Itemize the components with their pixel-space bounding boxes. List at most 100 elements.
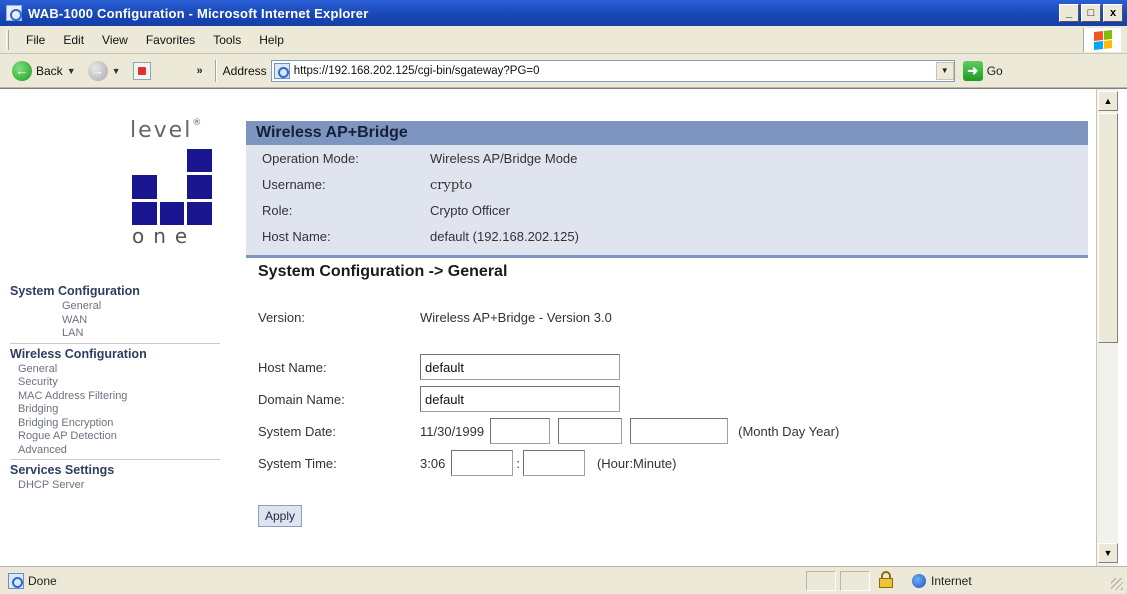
menu-grip — [6, 29, 9, 50]
window-title: WAB-1000 Configuration - Microsoft Inter… — [28, 5, 369, 21]
status-bar: Done Internet — [0, 566, 1127, 594]
forward-button[interactable]: → ▼ — [82, 58, 127, 84]
nav-item-system-wan[interactable]: WAN — [10, 314, 230, 328]
nav-item-mac-address-filtering[interactable]: MAC Address Filtering — [10, 390, 230, 404]
scroll-down-icon[interactable]: ▼ — [1098, 543, 1118, 563]
info-value: Wireless AP/Bridge Mode — [430, 151, 578, 166]
address-dropdown-icon[interactable]: ▼ — [935, 61, 954, 80]
version-row: Version: Wireless AP+Bridge - Version 3.… — [258, 303, 612, 331]
stop-icon — [132, 61, 151, 80]
nav-item-system-general[interactable]: General — [10, 300, 230, 314]
logo-text-top: level® — [130, 118, 204, 143]
back-button[interactable]: ← Back ▼ — [6, 58, 82, 84]
info-label: Username: — [262, 177, 326, 192]
back-dropdown-icon[interactable]: ▼ — [67, 66, 76, 76]
system-time-label: System Time: — [258, 455, 337, 471]
time-format-hint: (Hour:Minute) — [596, 455, 677, 471]
info-value: crypto — [430, 178, 473, 193]
version-label: Version: — [258, 309, 305, 325]
forward-dropdown-icon[interactable]: ▼ — [112, 66, 121, 76]
scroll-thumb[interactable] — [1098, 113, 1118, 343]
sidebar: level® one System Configuration General … — [0, 116, 240, 567]
address-url[interactable]: https://192.168.202.125/cgi-bin/sgateway… — [294, 65, 936, 77]
section-title: System Configuration -> General — [258, 263, 508, 280]
toolbar-overflow-chevron[interactable]: » — [197, 65, 203, 77]
current-date: 11/30/1999 — [420, 423, 485, 439]
status-text: Done — [28, 573, 57, 588]
main-content: Wireless AP+Bridge Operation Mode: Wirele… — [246, 121, 1088, 567]
menu-bar: File Edit View Favorites Tools Help — [0, 26, 1127, 54]
menu-help[interactable]: Help — [250, 31, 293, 49]
menu-tools[interactable]: Tools — [204, 31, 250, 49]
system-date-row: System Date: 11/30/1999 (Month Day Year) — [258, 417, 839, 445]
lock-icon[interactable] — [878, 571, 894, 589]
minimize-button[interactable]: _ — [1059, 4, 1079, 22]
device-info-panel: Operation Mode: Wireless AP/Bridge Mode U… — [246, 145, 1088, 255]
back-arrow-icon: ← — [12, 60, 32, 81]
resize-grip-icon[interactable] — [1111, 578, 1123, 590]
menu-file[interactable]: File — [17, 31, 54, 49]
nav-divider — [10, 342, 220, 344]
date-format-hint: (Month Day Year) — [738, 423, 840, 439]
back-label: Back — [36, 63, 63, 78]
go-button[interactable]: ➜ Go — [962, 60, 1003, 81]
nav-item-wireless-general[interactable]: General — [10, 363, 230, 377]
nav-section-services-settings[interactable]: Services Settings — [10, 461, 230, 479]
vertical-scrollbar[interactable]: ▲ ▼ — [1096, 89, 1118, 567]
current-time: 3:06 — [420, 455, 446, 471]
levelone-logo: level® one — [118, 116, 230, 248]
host-name-input[interactable] — [420, 354, 620, 380]
time-hour-input[interactable] — [451, 450, 514, 476]
menu-favorites[interactable]: Favorites — [137, 31, 204, 49]
date-day-input[interactable] — [558, 418, 623, 444]
host-name-label: Host Name: — [258, 359, 327, 375]
nav-item-system-lan[interactable]: LAN — [10, 327, 230, 341]
stop-button[interactable] — [127, 58, 157, 84]
internet-globe-icon — [912, 574, 926, 588]
version-value: Wireless AP+Bridge - Version 3.0 — [420, 309, 612, 325]
info-row-username: Username: crypto — [262, 175, 472, 195]
nav-item-advanced[interactable]: Advanced — [10, 444, 230, 458]
security-zone[interactable]: Internet — [912, 571, 972, 591]
window-titlebar: WAB-1000 Configuration - Microsoft Inter… — [0, 0, 1127, 26]
info-row-operation-mode: Operation Mode: Wireless AP/Bridge Mode — [262, 149, 577, 169]
zone-label: Internet — [931, 574, 972, 588]
page-viewport: level® one System Configuration General … — [0, 88, 1127, 567]
info-value: Crypto Officer — [430, 203, 510, 218]
address-bar[interactable]: https://192.168.202.125/cgi-bin/sgateway… — [270, 59, 955, 82]
host-name-row: Host Name: — [258, 353, 620, 381]
address-label: Address — [222, 63, 267, 78]
menu-view[interactable]: View — [93, 31, 137, 49]
domain-name-row: Domain Name: — [258, 385, 620, 413]
windows-logo-icon — [1083, 28, 1121, 52]
logo-grid-icon — [132, 149, 212, 225]
system-date-label: System Date: — [258, 423, 337, 439]
domain-name-input[interactable] — [420, 386, 620, 412]
menu-edit[interactable]: Edit — [54, 31, 93, 49]
info-row-host-name: Host Name: default (192.168.202.125) — [262, 227, 579, 247]
nav-item-bridging[interactable]: Bridging — [10, 403, 230, 417]
maximize-button[interactable]: □ — [1081, 4, 1101, 22]
close-button[interactable]: x — [1103, 4, 1123, 22]
nav-section-wireless-configuration[interactable]: Wireless Configuration — [10, 345, 230, 363]
system-time-row: System Time: 3:06 : (Hour:Minute) — [258, 449, 676, 477]
go-arrow-icon: ➜ — [962, 60, 983, 81]
window-controls: _ □ x — [1059, 4, 1123, 22]
date-year-input[interactable] — [630, 418, 729, 444]
nav-item-rogue-ap-detection[interactable]: Rogue AP Detection — [10, 430, 230, 444]
section-divider — [246, 255, 1088, 258]
nav-item-dhcp-server[interactable]: DHCP Server — [10, 479, 230, 493]
logo-text-bottom: one — [132, 224, 197, 248]
nav-divider — [10, 459, 220, 460]
nav-item-bridging-encryption[interactable]: Bridging Encryption — [10, 417, 230, 431]
nav-item-wireless-security[interactable]: Security — [10, 376, 230, 390]
toolbar-separator — [214, 59, 217, 82]
scroll-up-icon[interactable]: ▲ — [1098, 91, 1118, 111]
nav-section-system-configuration[interactable]: System Configuration — [10, 282, 230, 300]
page-done-icon — [8, 572, 24, 589]
date-month-input[interactable] — [490, 418, 551, 444]
apply-button[interactable]: Apply — [258, 505, 303, 527]
sidebar-nav: System Configuration General WAN LAN Wir… — [10, 282, 230, 493]
time-minute-input[interactable] — [522, 450, 585, 476]
info-row-role: Role: Crypto Officer — [262, 201, 510, 221]
